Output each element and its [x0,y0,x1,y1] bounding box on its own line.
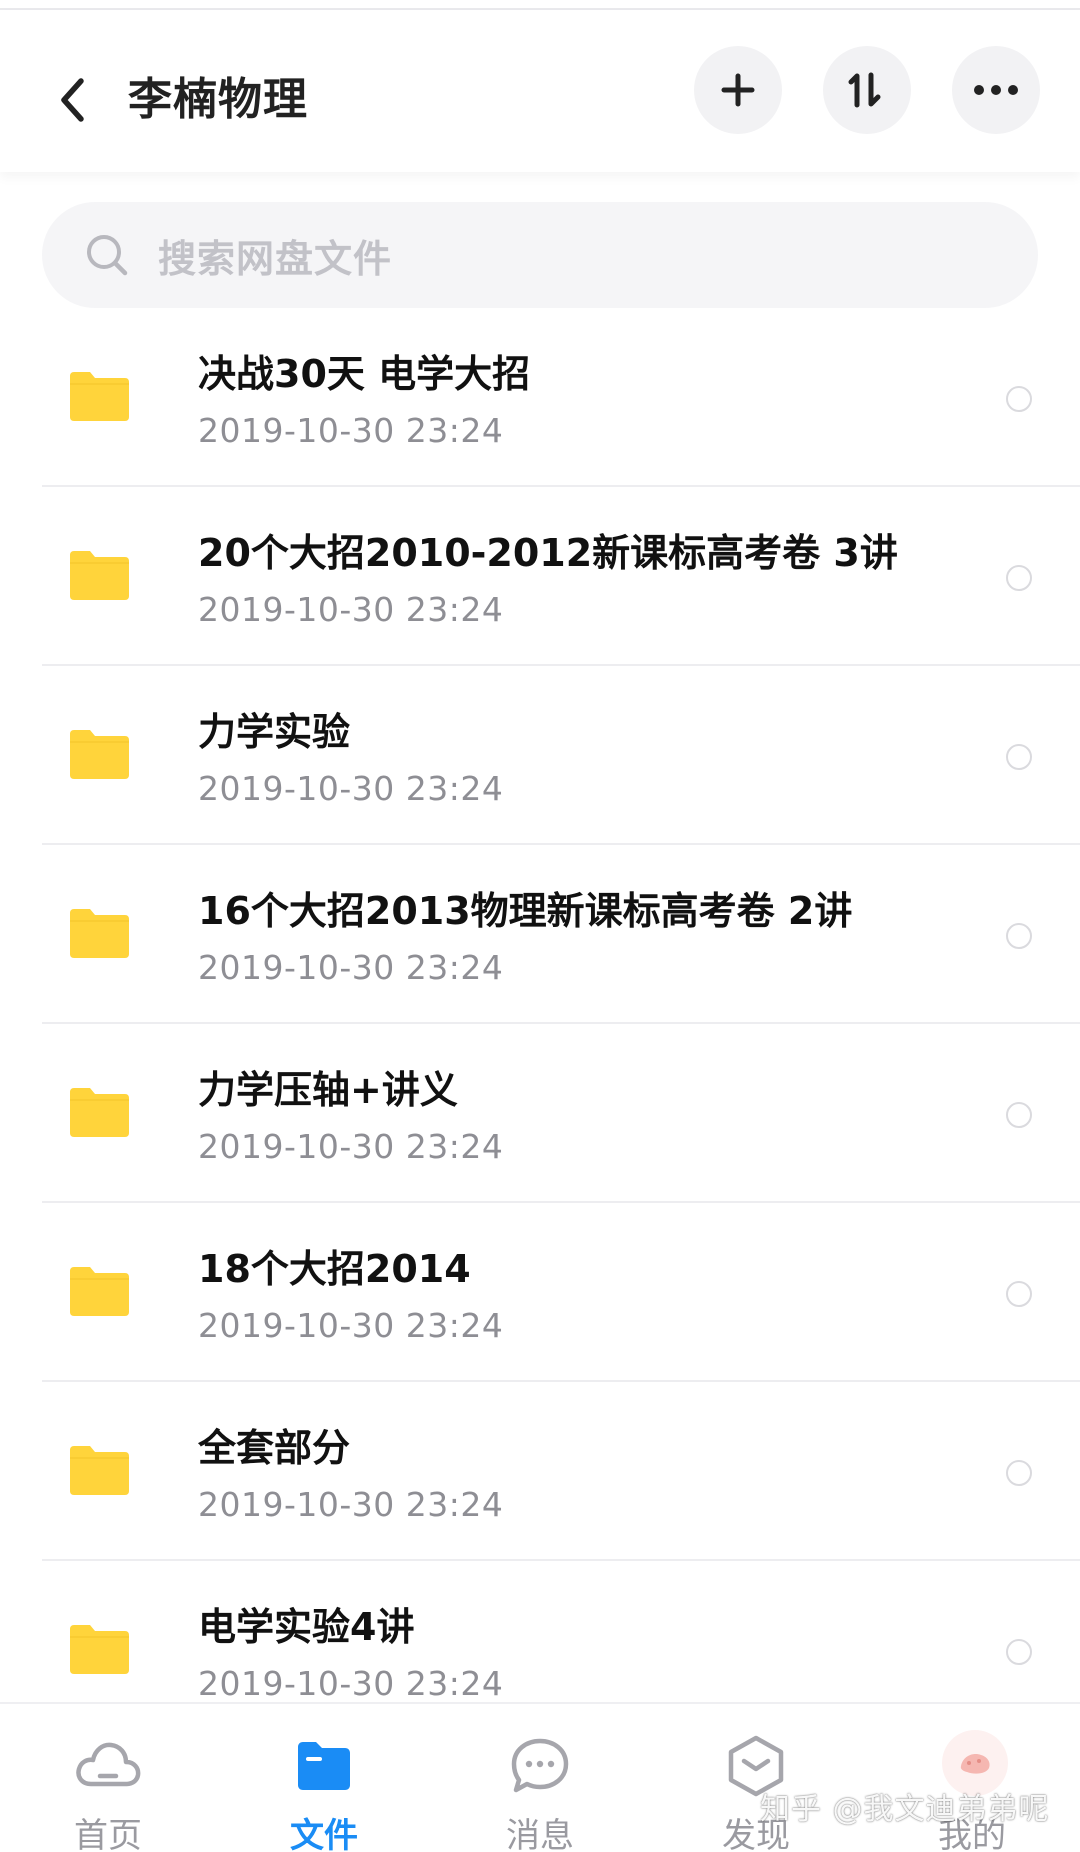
file-name: 20个大招2010-2012新课标高考卷 3讲 [198,531,898,575]
sort-button[interactable] [823,46,911,134]
tab-discover[interactable]: 发现 [648,1704,864,1852]
tab-label: 消息 [506,1816,574,1852]
folder-icon [70,1088,129,1137]
file-name: 力学压轴+讲义 [198,1068,458,1112]
more-icon [974,85,1018,95]
select-radio[interactable] [1006,1460,1032,1486]
chevron-left-icon [61,78,84,122]
search-icon [84,232,130,278]
select-radio[interactable] [1006,923,1032,949]
folder-icon [70,909,129,958]
back-button[interactable] [42,62,102,138]
folder-icon [70,730,129,779]
file-row[interactable]: 力学压轴+讲义 2019-10-30 23:24 [0,1024,1080,1203]
file-row[interactable]: 20个大招2010-2012新课标高考卷 3讲 2019-10-30 23:24 [0,487,1080,666]
folder-icon [70,1267,129,1316]
plus-icon [721,73,755,107]
page-title: 李楠物理 [128,74,308,125]
file-row[interactable]: 16个大招2013物理新课标高考卷 2讲 2019-10-30 23:24 [0,845,1080,1024]
file-name: 决战30天 电学大招 [198,352,531,396]
tab-messages[interactable]: 消息 [432,1704,648,1852]
file-row[interactable]: 决战30天 电学大招 2019-10-30 23:24 [0,308,1080,487]
select-radio[interactable] [1006,1102,1032,1128]
folder-icon [70,1625,129,1674]
file-date: 2019-10-30 23:24 [198,590,504,629]
file-name: 16个大招2013物理新课标高考卷 2讲 [198,889,853,933]
file-date: 2019-10-30 23:24 [198,1664,504,1703]
file-row[interactable]: 力学实验 2019-10-30 23:24 [0,666,1080,845]
status-divider [0,0,1080,10]
cloud-icon [74,1732,142,1800]
select-radio[interactable] [1006,1281,1032,1307]
tab-bar: 首页 文件 消息 发现 我的 [0,1702,1080,1852]
sort-icon [848,72,881,108]
file-name: 力学实验 [198,710,351,754]
file-name: 18个大招2014 [198,1247,471,1291]
tab-files[interactable]: 文件 [216,1704,432,1852]
file-date: 2019-10-30 23:24 [198,769,504,808]
tab-label: 文件 [290,1816,358,1852]
search-bar[interactable]: 搜索网盘文件 [42,202,1038,308]
file-row[interactable]: 全套部分 2019-10-30 23:24 [0,1382,1080,1561]
file-list: 决战30天 电学大招 2019-10-30 23:24 20个大招2010-2012… [0,308,1080,1740]
folder-icon [70,1446,129,1495]
watermark-text: 知乎 @我文迪弟弟呢 [760,1792,1050,1827]
select-radio[interactable] [1006,1639,1032,1665]
file-name: 全套部分 [198,1426,351,1470]
folder-icon [290,1732,358,1800]
select-radio[interactable] [1006,744,1032,770]
file-date: 2019-10-30 23:24 [198,948,504,987]
add-button[interactable] [694,46,782,134]
chat-icon [506,1732,574,1800]
file-date: 2019-10-30 23:24 [198,1127,504,1166]
search-placeholder: 搜索网盘文件 [158,236,393,281]
navigation-header: 李楠物理 [0,10,1080,172]
file-date: 2019-10-30 23:24 [198,1485,504,1524]
more-button[interactable] [952,46,1040,134]
select-radio[interactable] [1006,565,1032,591]
file-name: 电学实验4讲 [198,1605,415,1649]
tab-label: 首页 [74,1816,142,1852]
select-radio[interactable] [1006,386,1032,412]
file-row[interactable]: 18个大招2014 2019-10-30 23:24 [0,1203,1080,1382]
folder-icon [70,551,129,600]
tab-home[interactable]: 首页 [0,1704,216,1852]
file-date: 2019-10-30 23:24 [198,1306,504,1345]
tab-profile[interactable]: 我的 [864,1704,1080,1852]
file-date: 2019-10-30 23:24 [198,411,504,450]
folder-icon [70,372,129,421]
